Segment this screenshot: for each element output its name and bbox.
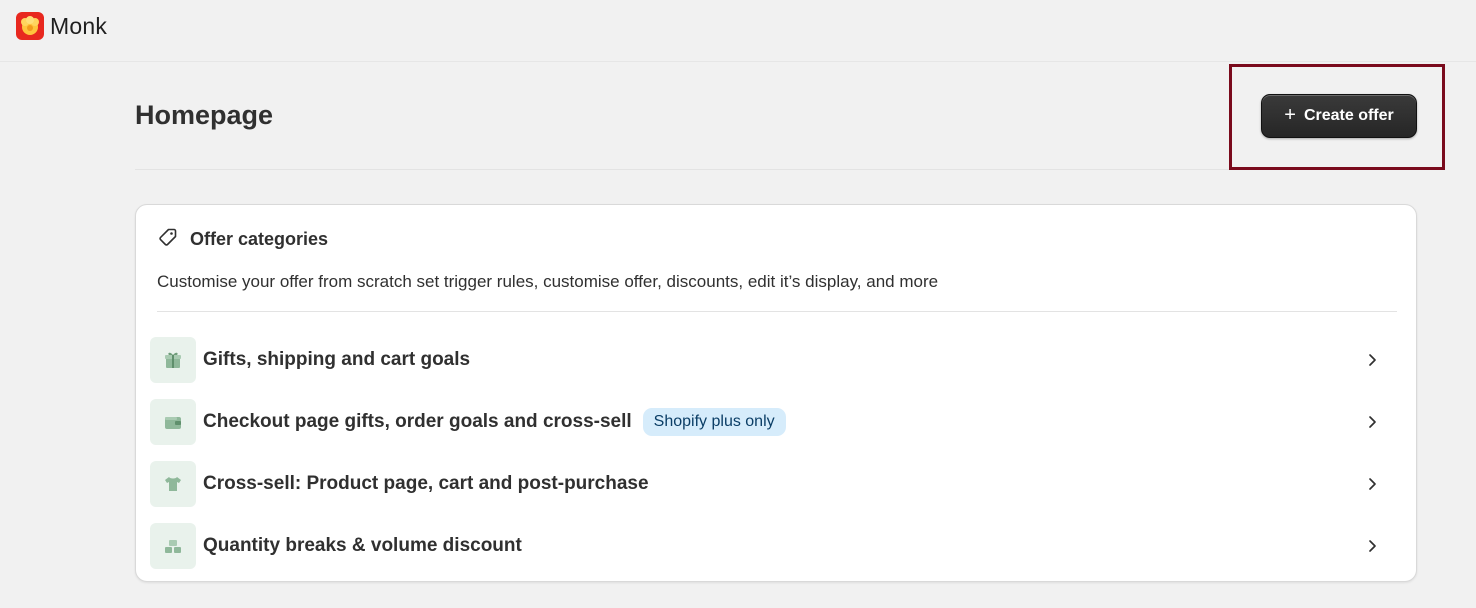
category-item-cross-sell[interactable]: Cross-sell: Product page, cart and post-… [150,453,1410,515]
stack-icon [150,523,196,569]
wallet-icon [150,399,196,445]
status-badge: Shopify plus only [642,408,786,436]
chevron-right-icon [1364,476,1380,492]
page-header: Homepage [135,62,1417,170]
app-name: Monk [50,12,108,39]
divider [157,311,1397,312]
chevron-right-icon [1364,414,1380,430]
chevron-right-icon [1364,352,1380,368]
category-item-gifts[interactable]: Gifts, shipping and cart goals [150,329,1410,391]
category-list: Gifts, shipping and cart goals Checkout … [150,329,1410,577]
category-label: Cross-sell: Product page, cart and post-… [203,473,649,494]
plus-icon: + [1284,104,1296,126]
card-description: Customise your offer from scratch set tr… [157,272,939,291]
card-header: Offer categories [158,227,328,252]
page-title: Homepage [135,100,274,130]
tag-icon [158,227,178,252]
create-offer-label: Create offer [1303,107,1394,124]
card-title: Offer categories [190,229,329,249]
gift-icon [150,337,196,383]
category-label: Quantity breaks & volume discount [203,535,522,556]
create-offer-button[interactable]: + Create offer [1261,94,1417,138]
tshirt-icon [150,461,196,507]
category-label: Checkout page gifts, order goals and cro… [203,411,632,432]
category-label: Gifts, shipping and cart goals [203,349,471,370]
category-item-quantity[interactable]: Quantity breaks & volume discount [150,515,1410,577]
offer-categories-card: Offer categories Customise your offer fr… [135,204,1417,582]
top-bar: Monk [0,0,1476,62]
brand[interactable]: Monk [16,12,107,40]
chevron-right-icon [1364,538,1380,554]
monk-logo-icon [16,12,44,40]
category-item-checkout[interactable]: Checkout page gifts, order goals and cro… [150,391,1410,453]
